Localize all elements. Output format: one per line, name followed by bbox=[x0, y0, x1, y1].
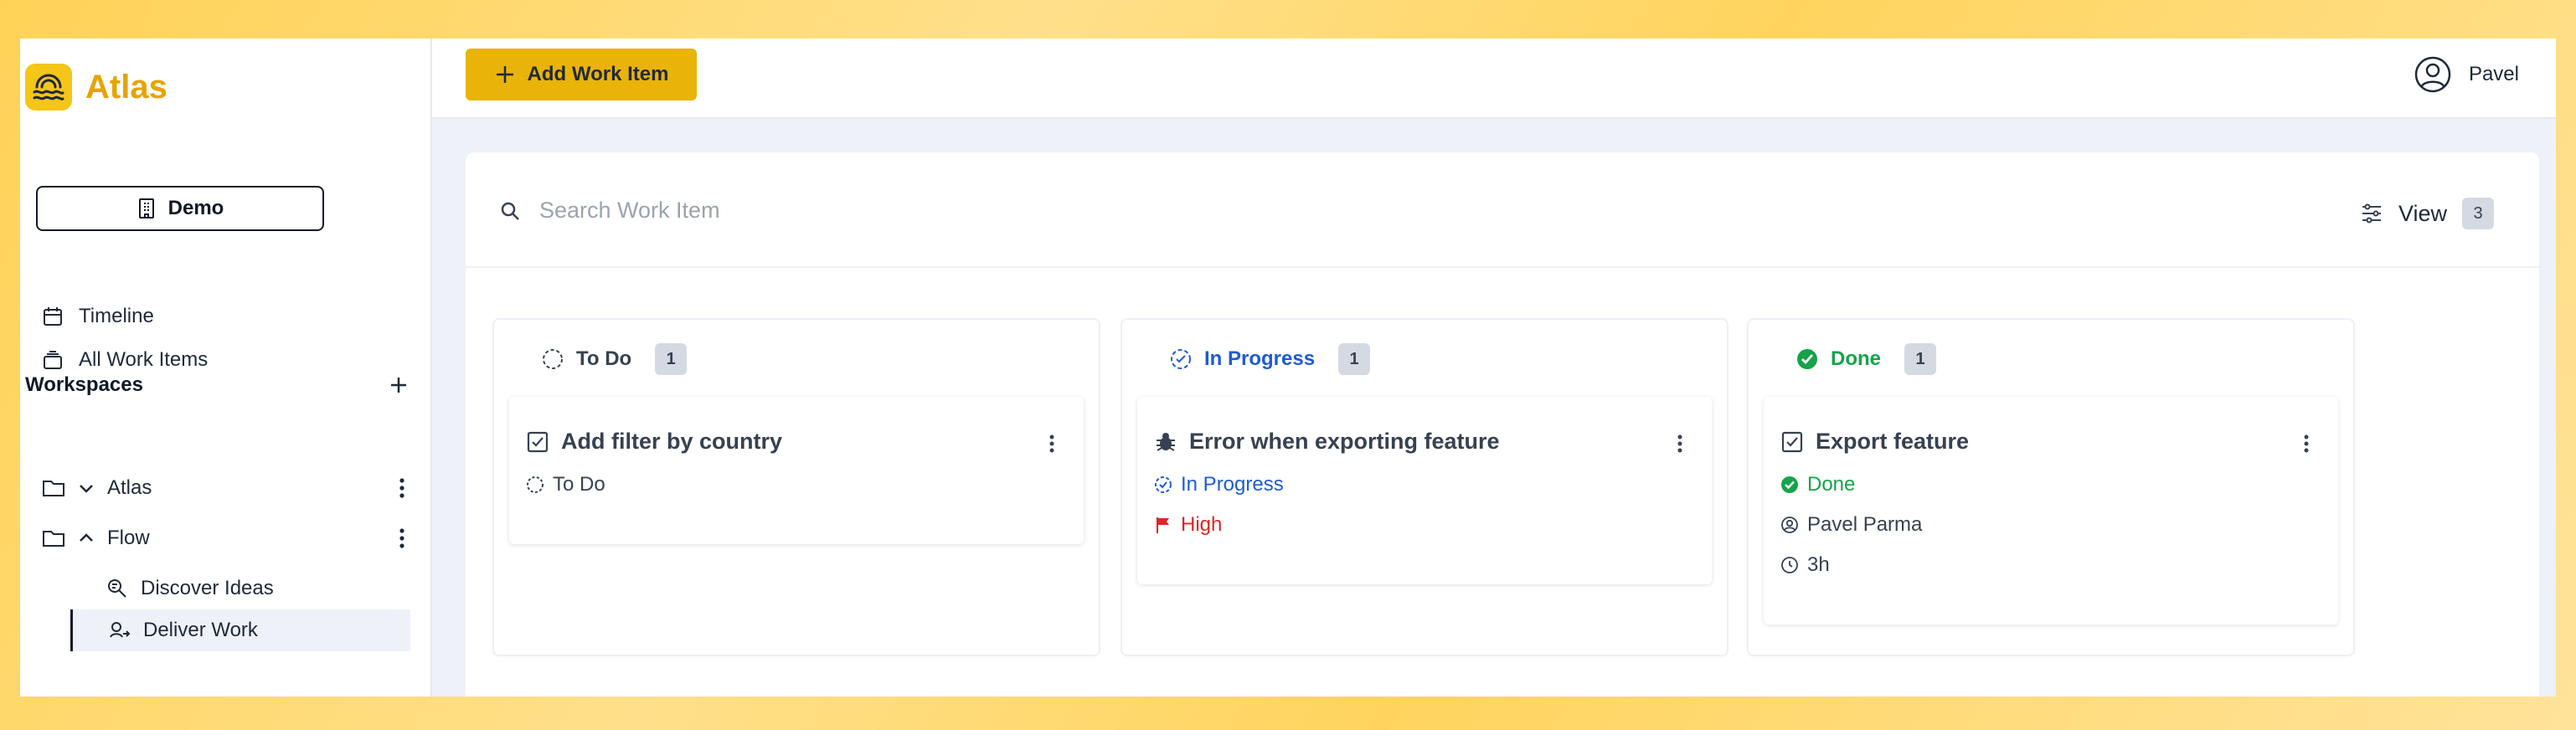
org-button-label: Demo bbox=[167, 197, 224, 219]
org-switch-button[interactable]: Demo bbox=[36, 186, 324, 231]
deliver-icon bbox=[110, 622, 131, 638]
search-input[interactable] bbox=[539, 198, 1126, 224]
card-status-label: To Do bbox=[553, 473, 605, 496]
workspace-atlas-label: Atlas bbox=[107, 476, 152, 499]
main-area: Add Work Item Pavel Search Work Item Vie… bbox=[432, 39, 2556, 697]
atlas-logo-icon bbox=[25, 64, 72, 111]
workspaces-title: Workspaces bbox=[25, 373, 143, 396]
card-status-label: Done bbox=[1807, 473, 1856, 496]
folder-icon bbox=[43, 481, 64, 496]
search-bar[interactable] bbox=[499, 198, 1126, 224]
nav-timeline-label: Timeline bbox=[79, 305, 154, 327]
checkbox-icon bbox=[527, 431, 549, 452]
status-todo-icon bbox=[543, 349, 563, 369]
status-done-icon bbox=[1797, 349, 1817, 369]
workspace-atlas[interactable]: Atlas bbox=[42, 468, 410, 508]
column-header: To Do 1 bbox=[541, 343, 688, 375]
add-workspace-icon[interactable] bbox=[387, 373, 410, 397]
work-item-card[interactable]: Export feature Done Pavel Parma 3h bbox=[1764, 397, 2338, 625]
search-icon bbox=[501, 202, 519, 220]
status-in-progress-icon bbox=[1171, 349, 1191, 369]
user-name: Pavel bbox=[2468, 63, 2519, 85]
card-menu-icon[interactable] bbox=[2303, 434, 2310, 454]
card-priority[interactable]: High bbox=[1154, 513, 1693, 537]
column-title: Done bbox=[1831, 347, 1881, 370]
view-button[interactable]: View 3 bbox=[2360, 198, 2494, 229]
card-estimate-label: 3h bbox=[1807, 553, 1830, 576]
folder-icon bbox=[43, 531, 64, 547]
card-status[interactable]: To Do bbox=[526, 473, 1065, 496]
bug-icon bbox=[1157, 432, 1175, 451]
deliver-work-label: Deliver Work bbox=[143, 619, 258, 641]
workspace-flow-label: Flow bbox=[107, 527, 150, 549]
card-estimate[interactable]: 3h bbox=[1780, 553, 2320, 577]
user-menu[interactable]: Pavel bbox=[2414, 55, 2519, 94]
topbar: Add Work Item Pavel bbox=[432, 39, 2556, 119]
card-status[interactable]: Done bbox=[1780, 473, 2320, 496]
search-doc-icon bbox=[108, 579, 126, 598]
nav-all-work-items-label: All Work Items bbox=[79, 348, 209, 371]
chevron-down-icon[interactable] bbox=[77, 479, 95, 497]
flag-icon bbox=[1157, 517, 1169, 533]
app-window: Atlas Demo Timeline All Work Items Works… bbox=[20, 39, 2556, 697]
logo[interactable]: Atlas bbox=[25, 64, 167, 111]
column-title: To Do bbox=[576, 347, 632, 370]
column-todo: To Do 1 Add filter by country To Do bbox=[494, 320, 1099, 655]
column-header: In Progress 1 bbox=[1169, 343, 1371, 375]
card-title: Error when exporting feature bbox=[1189, 429, 1500, 454]
nav-all-work-items[interactable]: All Work Items bbox=[42, 348, 208, 372]
calendar-icon bbox=[44, 307, 62, 326]
sidebar-item-discover-ideas[interactable]: Discover Ideas bbox=[70, 568, 410, 609]
card-status[interactable]: In Progress bbox=[1154, 473, 1693, 496]
view-count-badge: 3 bbox=[2462, 198, 2494, 229]
column-count-badge: 1 bbox=[1904, 343, 1936, 375]
view-label: View bbox=[2398, 200, 2447, 226]
plus-icon bbox=[496, 66, 513, 83]
status-todo-icon bbox=[527, 476, 544, 493]
card-menu-icon[interactable] bbox=[1677, 434, 1683, 454]
kebab-menu-icon[interactable] bbox=[399, 527, 405, 549]
card-assignee-label: Pavel Parma bbox=[1807, 513, 1923, 536]
add-work-item-label: Add Work Item bbox=[527, 63, 669, 85]
discover-ideas-label: Discover Ideas bbox=[141, 577, 274, 599]
kanban-board: View 3 To Do 1 bbox=[466, 152, 2539, 697]
kebab-menu-icon[interactable] bbox=[399, 477, 405, 499]
card-priority-label: High bbox=[1181, 513, 1223, 536]
sliders-icon bbox=[2362, 203, 2381, 224]
clock-icon bbox=[1781, 557, 1798, 573]
work-item-card[interactable]: Add filter by country To Do bbox=[509, 397, 1084, 544]
status-in-progress-icon bbox=[1155, 476, 1172, 493]
column-in-progress: In Progress 1 Error when exporting featu… bbox=[1122, 320, 1727, 655]
building-icon bbox=[138, 198, 154, 218]
column-header: Done 1 bbox=[1795, 343, 1936, 375]
sidebar: Atlas Demo Timeline All Work Items Works… bbox=[20, 39, 432, 697]
stack-icon bbox=[44, 351, 62, 369]
checkbox-icon bbox=[1781, 431, 1803, 452]
add-work-item-button[interactable]: Add Work Item bbox=[466, 49, 697, 100]
column-count-badge: 1 bbox=[1338, 343, 1371, 375]
card-status-label: In Progress bbox=[1181, 473, 1284, 496]
board-toolbar: View 3 bbox=[466, 152, 2539, 268]
chevron-up-icon[interactable] bbox=[77, 529, 95, 548]
app-name: Atlas bbox=[85, 68, 167, 105]
status-done-icon bbox=[1781, 476, 1798, 493]
card-title: Export feature bbox=[1816, 429, 1970, 454]
nav-timeline[interactable]: Timeline bbox=[42, 305, 154, 328]
card-assignee[interactable]: Pavel Parma bbox=[1780, 513, 2320, 537]
workspaces-header: Workspaces bbox=[25, 373, 410, 397]
card-menu-icon[interactable] bbox=[1048, 434, 1055, 454]
user-circle-icon bbox=[1781, 517, 1798, 533]
work-item-card[interactable]: Error when exporting feature In Progress bbox=[1137, 397, 1712, 584]
card-title: Add filter by country bbox=[561, 429, 783, 454]
sidebar-item-deliver-work[interactable]: Deliver Work bbox=[70, 609, 410, 651]
workspace-flow[interactable]: Flow bbox=[42, 518, 410, 558]
user-avatar-icon bbox=[2414, 56, 2451, 93]
column-count-badge: 1 bbox=[655, 343, 688, 375]
column-title: In Progress bbox=[1204, 347, 1316, 370]
column-done: Done 1 Export feature Done Pavel Parma 3… bbox=[1749, 320, 2353, 655]
